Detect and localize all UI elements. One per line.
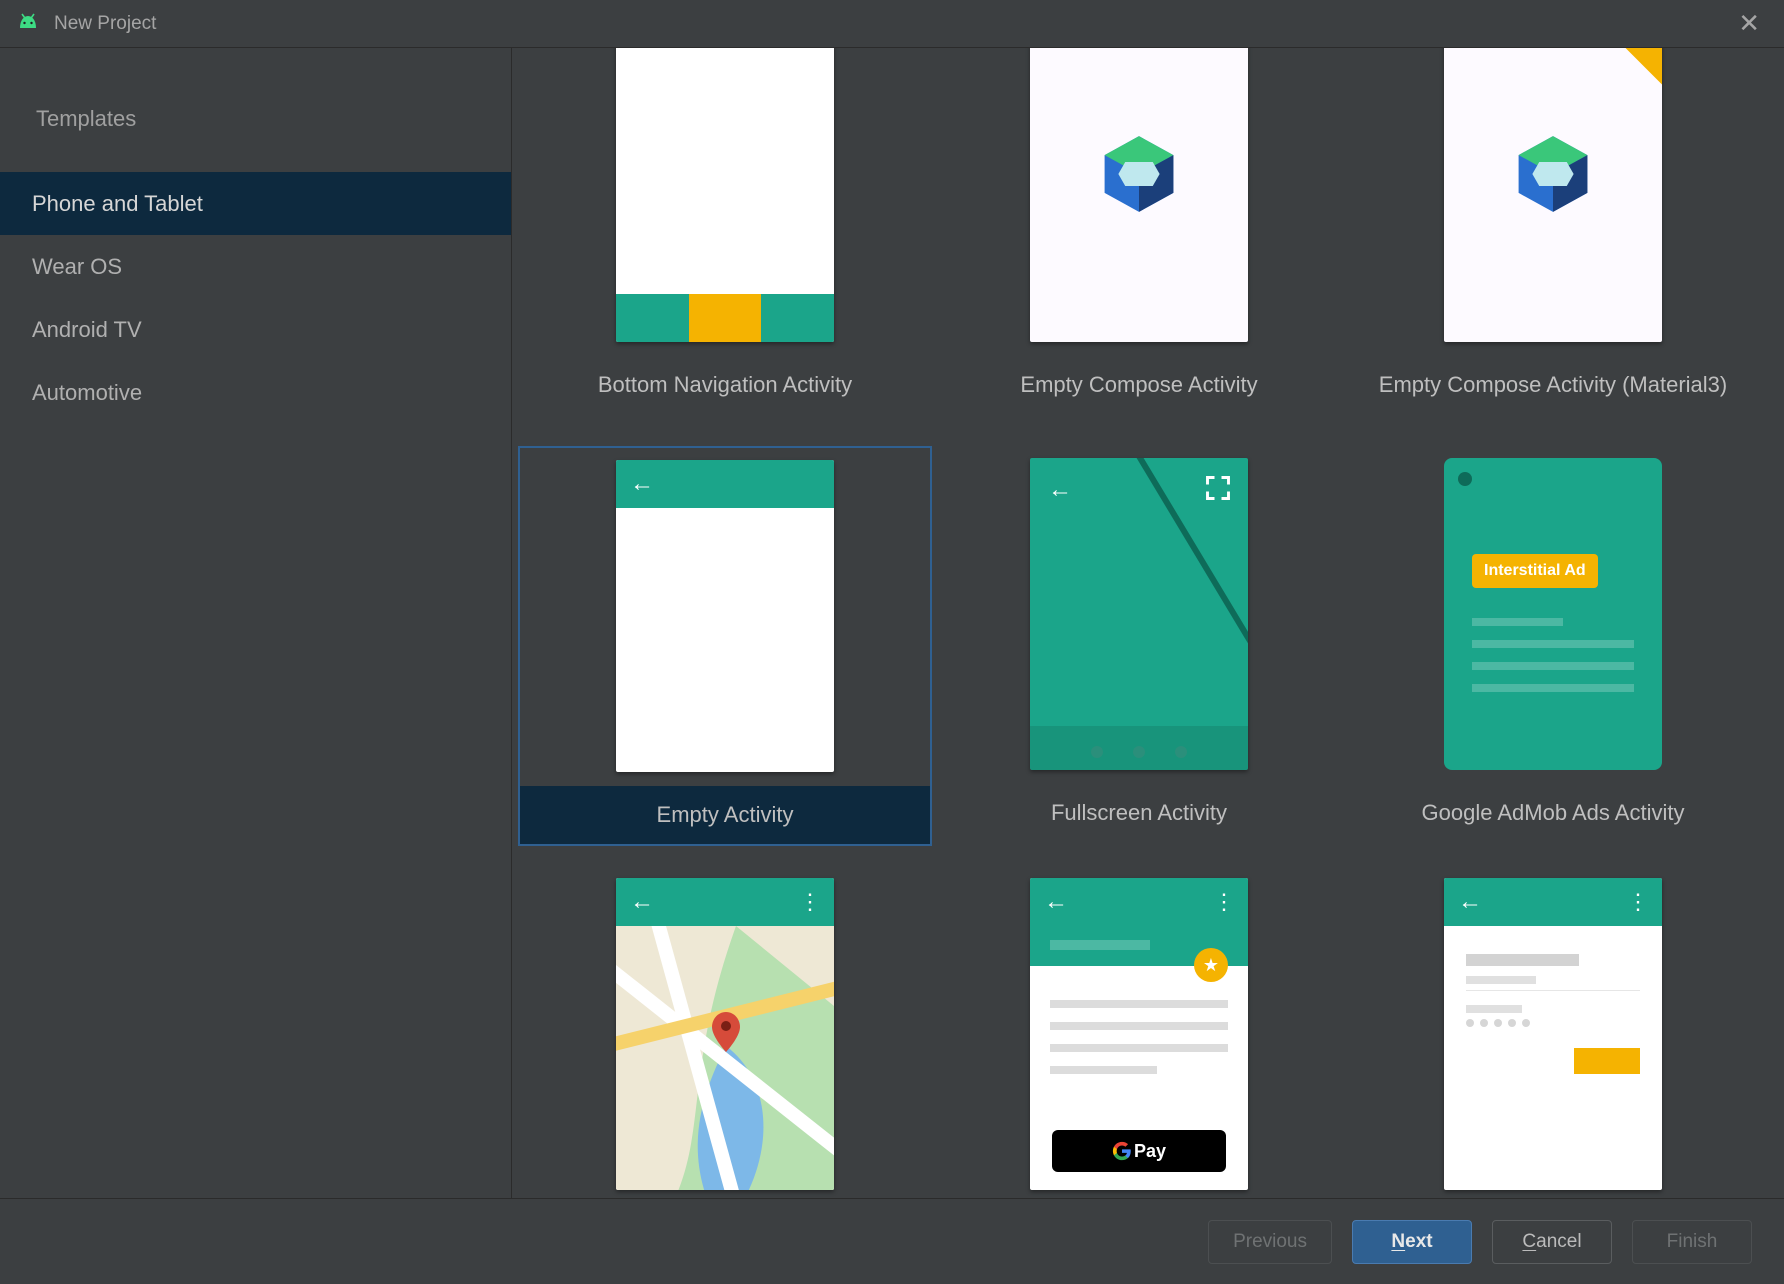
wizard-footer: Previous Next Cancel Finish	[0, 1198, 1784, 1284]
template-bottom-navigation[interactable]: Bottom Navigation Activity	[518, 48, 932, 446]
template-label: Empty Compose Activity (Material3)	[1346, 356, 1760, 414]
gpay-label: Pay	[1134, 1141, 1166, 1162]
overflow-icon: ⋮	[1213, 899, 1234, 905]
button-label: Cancel	[1522, 1231, 1581, 1253]
template-empty-compose[interactable]: Empty Compose Activity	[932, 48, 1346, 446]
template-empty-activity[interactable]: ← Empty Activity	[518, 446, 932, 846]
back-arrow-icon: ←	[630, 470, 654, 498]
template-empty-compose-m3[interactable]: Empty Compose Activity (Material3)	[1346, 48, 1760, 446]
button-label: Previous	[1233, 1231, 1307, 1253]
button-label: Next	[1391, 1231, 1432, 1253]
back-arrow-icon: ←	[1044, 888, 1068, 916]
compose-icon	[1510, 131, 1596, 217]
android-icon	[16, 12, 40, 35]
appbar-preview: ←	[616, 460, 834, 508]
new-ribbon	[1612, 48, 1662, 99]
google-pay-button: Pay	[1052, 1130, 1226, 1172]
sidebar-item-automotive[interactable]: Automotive	[0, 361, 511, 424]
admob-badge: Interstitial Ad	[1472, 554, 1598, 588]
overflow-icon: ⋮	[799, 899, 820, 905]
map-preview	[616, 926, 834, 1190]
previous-button[interactable]: Previous	[1208, 1220, 1332, 1264]
window-title: New Project	[54, 13, 156, 35]
template-label: Empty Activity	[520, 786, 930, 844]
sidebar-item-label: Phone and Tablet	[32, 191, 203, 217]
template-google-pay-activity[interactable]: ← ⋮ ★ Pay	[932, 866, 1346, 1190]
sidebar-item-label: Wear OS	[32, 254, 122, 280]
next-button[interactable]: Next	[1352, 1220, 1472, 1264]
template-admob-activity[interactable]: Interstitial Ad Google AdMob Ads Activit…	[1346, 446, 1760, 846]
back-arrow-icon: ←	[1048, 476, 1072, 504]
sidebar-item-label: Android TV	[32, 317, 142, 343]
back-arrow-icon: ←	[630, 888, 654, 916]
sidebar-item-wear-os[interactable]: Wear OS	[0, 235, 511, 298]
compose-icon	[1096, 131, 1182, 217]
sidebar-item-phone-tablet[interactable]: Phone and Tablet	[0, 172, 511, 235]
bottom-nav-preview	[616, 294, 834, 342]
finish-button[interactable]: Finish	[1632, 1220, 1752, 1264]
sidebar-item-label: Automotive	[32, 380, 142, 406]
button-label: Finish	[1667, 1231, 1718, 1253]
close-icon[interactable]: ✕	[1730, 4, 1768, 43]
templates-panel: Bottom Navigation Activity Empty Compose…	[512, 48, 1784, 1198]
template-label: Google AdMob Ads Activity	[1346, 784, 1760, 842]
template-primary-detail-activity[interactable]: ←⋮	[1346, 866, 1760, 1190]
template-maps-activity[interactable]: ← ⋮	[518, 866, 932, 1190]
fullscreen-icon	[1204, 474, 1232, 507]
sidebar-heading: Templates	[0, 96, 511, 172]
back-arrow-icon: ←	[1458, 888, 1482, 916]
template-label: Empty Compose Activity	[932, 356, 1346, 414]
template-label: Fullscreen Activity	[932, 784, 1346, 842]
titlebar: New Project ✕	[0, 0, 1784, 48]
template-label: Bottom Navigation Activity	[518, 356, 932, 414]
template-fullscreen-activity[interactable]: ← Fullscreen Activity	[932, 446, 1346, 846]
sidebar: Templates Phone and Tablet Wear OS Andro…	[0, 48, 512, 1198]
star-fab-icon: ★	[1194, 948, 1228, 982]
overflow-icon: ⋮	[1627, 899, 1648, 905]
sidebar-item-android-tv[interactable]: Android TV	[0, 298, 511, 361]
cancel-button[interactable]: Cancel	[1492, 1220, 1612, 1264]
